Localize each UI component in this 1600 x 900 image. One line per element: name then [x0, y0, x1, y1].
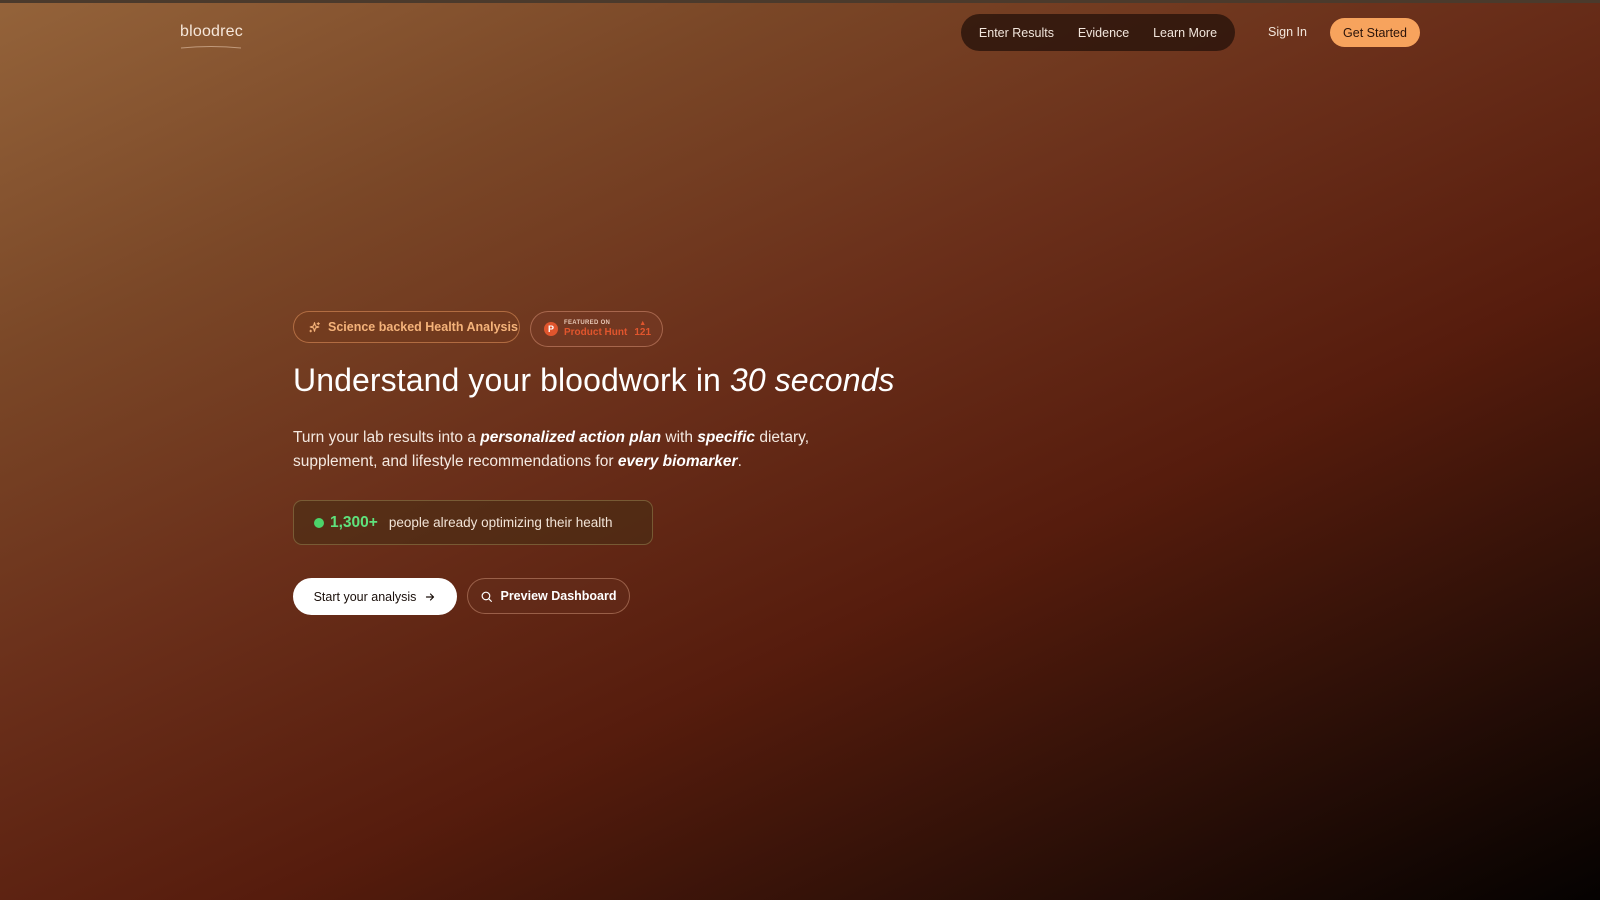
logo-underline [180, 46, 242, 49]
social-proof-box: 1,300+ people already optimizing their h… [293, 500, 653, 545]
sign-in-link[interactable]: Sign In [1268, 25, 1307, 39]
science-badge: Science backed Health Analysis [293, 311, 520, 343]
preview-dashboard-button[interactable]: Preview Dashboard [467, 578, 630, 614]
main-nav: Enter Results Evidence Learn More [961, 14, 1235, 51]
sparkle-icon [309, 321, 320, 332]
hero-subtext: Turn your lab results into a personalize… [293, 426, 853, 474]
hero-headline: Understand your bloodwork in 30 seconds [293, 362, 895, 399]
start-analysis-label: Start your analysis [313, 589, 417, 604]
logo[interactable]: bloodrec [180, 23, 243, 41]
science-badge-label: Science backed Health Analysis [328, 320, 518, 334]
product-hunt-featured: FEATURED ON [564, 320, 611, 326]
subtext-part: with [661, 429, 698, 446]
nav-learn-more[interactable]: Learn More [1153, 26, 1217, 40]
nav-enter-results[interactable]: Enter Results [979, 26, 1054, 40]
social-proof-text: people already optimizing their health [388, 515, 613, 530]
upvote-count: 121 [634, 327, 652, 338]
arrow-right-icon [426, 592, 435, 601]
search-icon [482, 591, 493, 602]
product-hunt-upvotes: ▲ 121 [634, 320, 651, 338]
subtext-part: Turn your lab results into a [293, 429, 481, 446]
status-dot-icon [314, 517, 324, 528]
headline-emphasis: 30 seconds [729, 362, 895, 398]
product-hunt-badge[interactable]: P FEATURED ON Product Hunt ▲ 121 [530, 311, 663, 347]
subtext-emphasis: specific [697, 429, 756, 446]
upvote-icon: ▲ [639, 320, 647, 327]
subtext-emphasis: personalized action plan [480, 429, 662, 446]
product-hunt-text: FEATURED ON Product Hunt [564, 320, 627, 338]
product-hunt-icon: P [544, 322, 558, 336]
user-count: 1,300+ [330, 513, 378, 531]
start-analysis-button[interactable]: Start your analysis [293, 578, 457, 615]
preview-dashboard-label: Preview Dashboard [500, 589, 617, 603]
headline-lead: Understand your bloodwork in [293, 362, 730, 398]
subtext-part: . [737, 453, 742, 470]
product-hunt-name: Product Hunt [564, 327, 628, 338]
top-border [0, 0, 1600, 3]
nav-evidence[interactable]: Evidence [1078, 26, 1129, 40]
subtext-emphasis: every biomarker [617, 453, 738, 470]
get-started-button[interactable]: Get Started [1330, 18, 1420, 47]
